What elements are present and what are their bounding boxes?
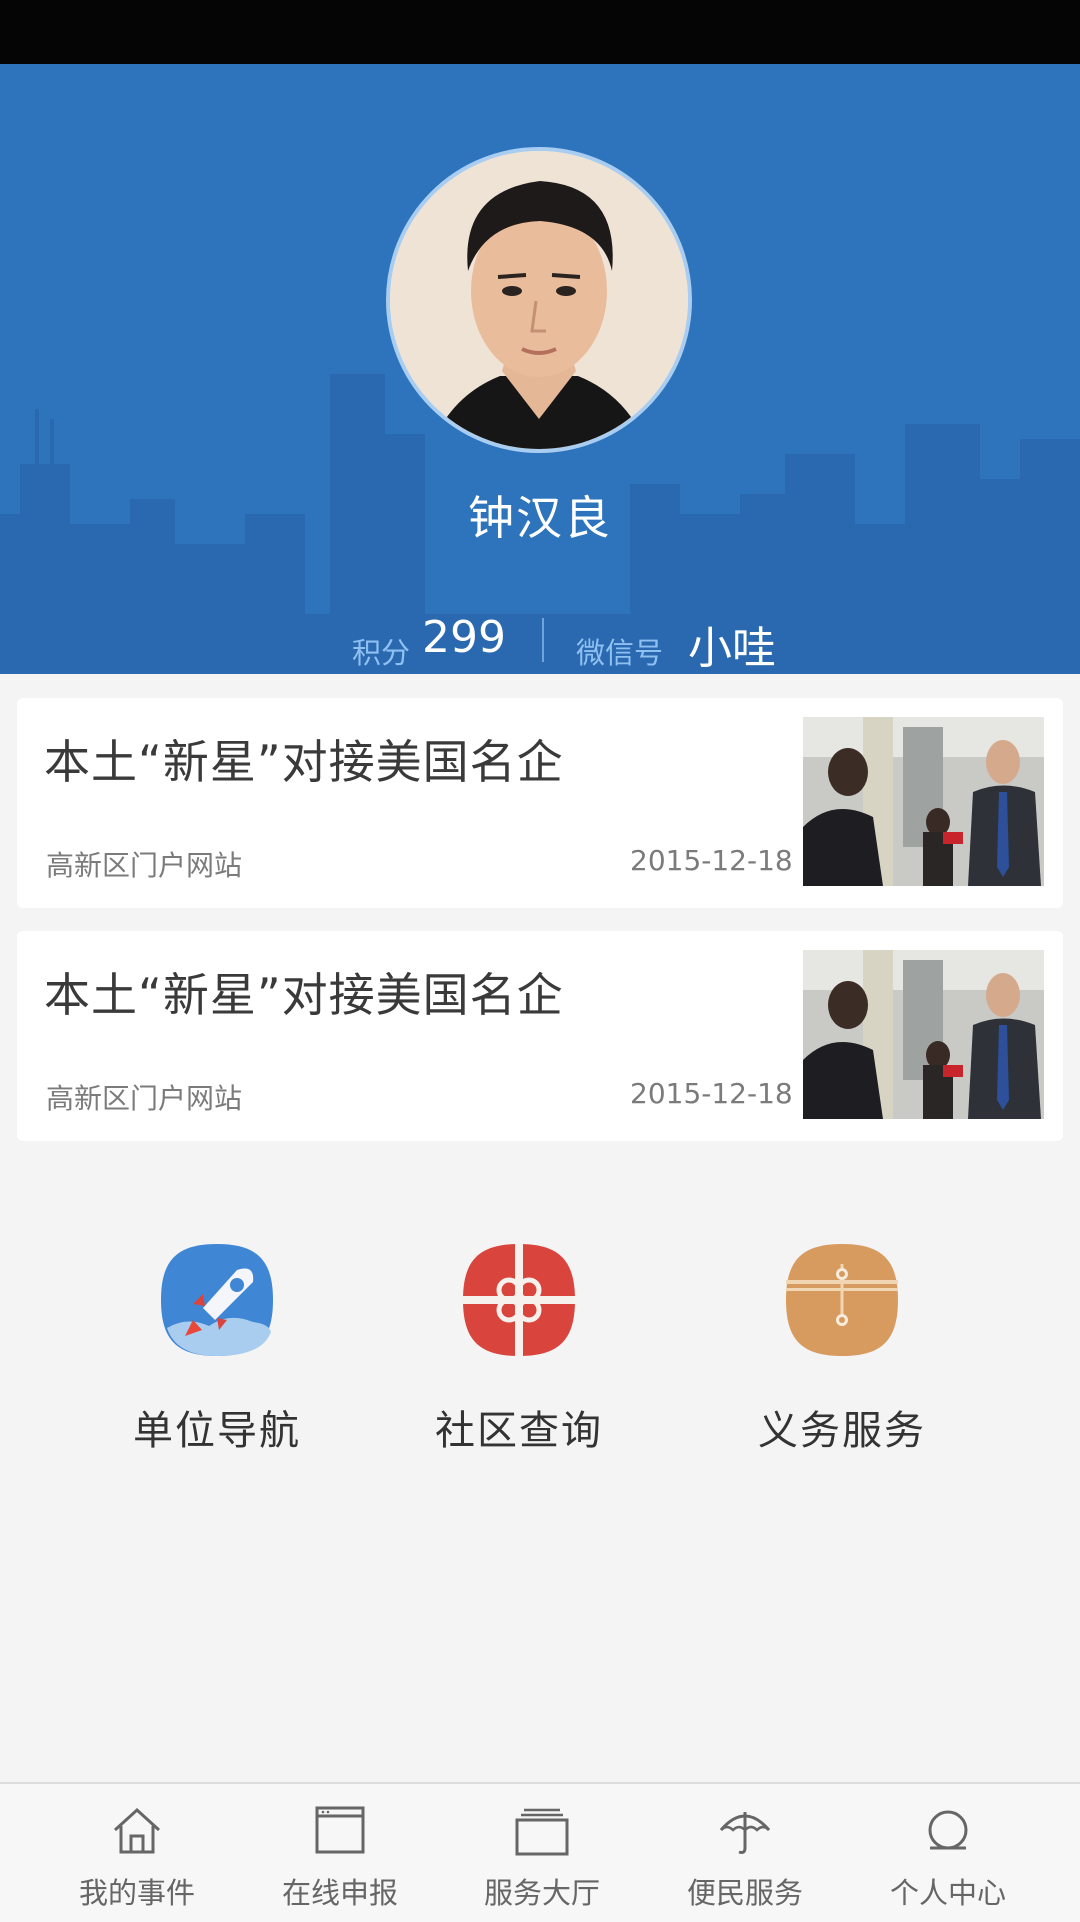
umbrella-icon [719,1812,771,1854]
feature-label: 义务服务 [758,1408,926,1454]
nav-my-events[interactable]: 我的事件 [29,1784,245,1922]
avatar-portrait-image [390,151,688,449]
stats-divider [542,618,544,662]
points-value: 299 [422,612,506,663]
profile-header: 钟汉良 积分 299 微信号 小哇 [0,64,1080,674]
feature-label: 单位导航 [133,1408,301,1454]
nav-convenience-service[interactable]: 便民服务 [637,1784,853,1922]
avatar[interactable] [386,147,692,453]
feature-community-query[interactable]: 社区查询 [389,1240,649,1460]
news-thumbnail-image [803,950,1044,1119]
nav-online-application[interactable]: 在线申报 [232,1784,448,1922]
user-name: 钟汉良 [468,491,612,545]
nav-label: 在线申报 [281,1876,398,1910]
news-source: 高新区门户网站 [46,849,243,882]
home-icon [113,1807,161,1854]
bottom-nav: 我的事件 在线申报 服务大厅 便民服务 个人中心 [0,1782,1080,1922]
nav-personal-center[interactable]: 个人中心 [840,1784,1056,1922]
news-date: 2015-12-18 [630,1077,793,1110]
feature-label: 社区查询 [435,1408,603,1454]
gift-icon [463,1244,575,1356]
news-thumbnail-image [803,717,1044,886]
rocket-icon [161,1244,273,1356]
envelope-icon [786,1244,898,1356]
feature-volunteer-service[interactable]: 义务服务 [712,1240,972,1460]
news-title: 本土“新星”对接美国名企 [44,968,564,1022]
folder-icon [515,1808,569,1856]
news-source: 高新区门户网站 [46,1082,243,1115]
status-bar [0,0,1080,64]
news-card[interactable]: 本土“新星”对接美国名企 高新区门户网站 2015-12-18 [17,931,1063,1141]
points-label: 积分 [352,636,411,670]
news-date: 2015-12-18 [630,844,793,877]
wechat-label: 微信号 [576,636,664,670]
nav-service-hall[interactable]: 服务大厅 [434,1784,650,1922]
wechat-value: 小哇 [688,623,776,674]
news-title: 本土“新星”对接美国名企 [44,735,564,789]
window-icon [315,1806,365,1854]
news-card[interactable]: 本土“新星”对接美国名企 高新区门户网站 2015-12-18 [17,698,1063,908]
nav-label: 服务大厅 [483,1876,600,1910]
nav-label: 我的事件 [78,1876,195,1910]
feature-unit-navigation[interactable]: 单位导航 [87,1240,347,1460]
nav-label: 个人中心 [889,1876,1006,1910]
person-icon [928,1810,968,1850]
nav-label: 便民服务 [686,1876,803,1910]
profile-stats: 积分 299 微信号 小哇 [0,612,1080,674]
